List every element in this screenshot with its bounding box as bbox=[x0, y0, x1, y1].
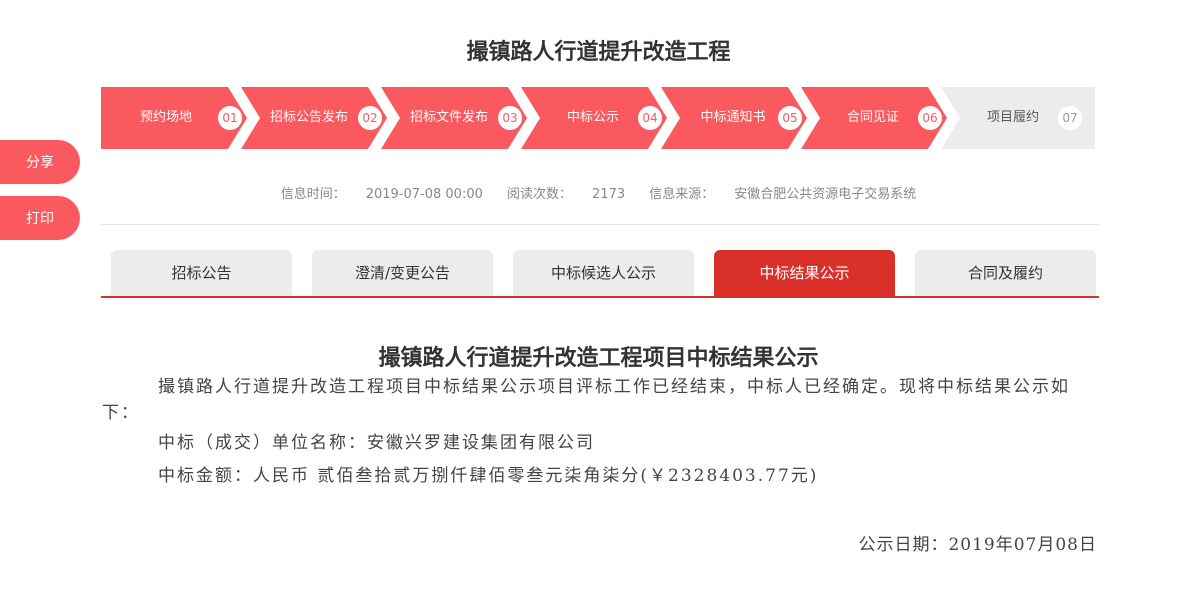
step-label-4: 中标公示 bbox=[566, 110, 619, 125]
progress-steps: 预约场地 01 招标公告发布 02 招标文件发布 03 中标公示 04 中标通知… bbox=[101, 87, 1095, 149]
step-number-2: 02 bbox=[358, 106, 382, 130]
divider bbox=[101, 224, 1099, 225]
step-number-6: 06 bbox=[918, 106, 942, 130]
reads-value: 2173 bbox=[592, 187, 626, 202]
page-title: 撮镇路人行道提升改造工程 bbox=[466, 40, 731, 65]
step-label-5: 中标通知书 bbox=[700, 110, 766, 125]
winner-line: 中标（成交）单位名称：安徽兴罗建设集团有限公司 bbox=[158, 433, 595, 453]
step-label-3: 招标文件发布 bbox=[409, 110, 488, 125]
step-label-1: 预约场地 bbox=[139, 110, 192, 125]
tab-contract[interactable]: 合同及履约 bbox=[915, 250, 1096, 297]
source-label: 信息来源： bbox=[649, 187, 715, 202]
document-intro: 撮镇路人行道提升改造工程项目中标结果公示项目评标工作已经结束，中标人已经确定。现… bbox=[102, 377, 1070, 423]
step-label-2: 招标公告发布 bbox=[269, 110, 348, 125]
step-number-1: 01 bbox=[218, 106, 242, 130]
source-value: 安徽合肥公共资源电子交易系统 bbox=[734, 187, 917, 202]
tab-result-notice[interactable]: 中标结果公示 bbox=[714, 250, 895, 297]
step-number-3: 03 bbox=[498, 106, 522, 130]
tab-candidate-notice[interactable]: 中标候选人公示 bbox=[513, 250, 694, 297]
step-label-6: 合同见证 bbox=[846, 110, 899, 125]
print-button[interactable]: 打印 bbox=[0, 196, 80, 240]
publish-date: 公示日期：2019年07月08日 bbox=[858, 535, 1097, 555]
share-button[interactable]: 分享 bbox=[0, 140, 80, 184]
tab-tender-notice[interactable]: 招标公告 bbox=[111, 250, 292, 297]
info-meta: 信息时间： 2019-07-08 00:00 阅读次数： 2173 信息来源： 安徽合… bbox=[0, 183, 1197, 202]
document-title: 撮镇路人行道提升改造工程项目中标结果公示 bbox=[378, 346, 819, 371]
tab-clarification[interactable]: 澄清/变更公告 bbox=[312, 250, 493, 297]
step-number-5: 05 bbox=[778, 106, 802, 130]
tab-underline bbox=[101, 296, 1099, 298]
time-value: 2019-07-08 00:00 bbox=[365, 187, 483, 202]
step-number-7: 07 bbox=[1058, 106, 1082, 130]
step-label-7: 项目履约 bbox=[986, 110, 1039, 125]
amount-line: 中标金额：人民币 贰佰叁拾贰万捌仟肆佰零叁元柒角柒分(￥2328403.77元) bbox=[158, 466, 819, 486]
time-label: 信息时间： bbox=[280, 187, 346, 202]
step-number-4: 04 bbox=[638, 106, 662, 130]
reads-label: 阅读次数： bbox=[507, 187, 573, 202]
